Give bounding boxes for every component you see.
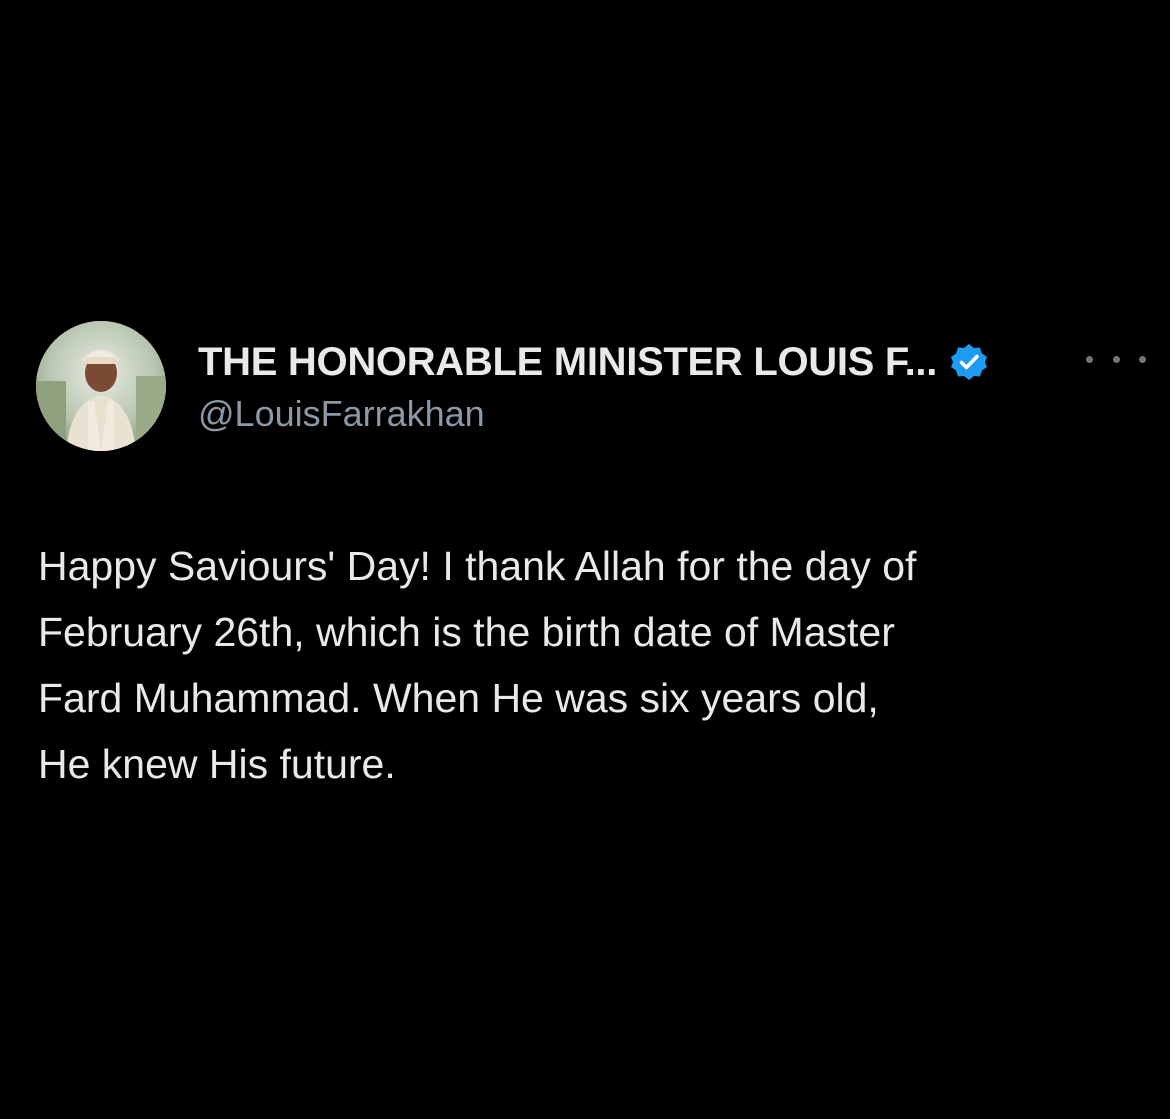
profile-photo-icon — [36, 321, 166, 451]
more-options-ellipsis-icon[interactable] — [1086, 349, 1146, 369]
name-row: THE HONORABLE MINISTER LOUIS F... — [198, 339, 989, 385]
avatar[interactable] — [36, 321, 166, 451]
dot — [1112, 355, 1120, 363]
verified-badge-icon — [951, 344, 988, 380]
tweet-header: THE HONORABLE MINISTER LOUIS F... @Louis… — [36, 321, 1146, 453]
dot — [1086, 355, 1093, 363]
dot — [1139, 355, 1146, 363]
tweet-text: Happy Saviours' Day! I thank Allah for t… — [38, 543, 917, 787]
display-name[interactable]: THE HONORABLE MINISTER LOUIS F... — [198, 340, 937, 385]
handle[interactable]: @LouisFarrakhan — [198, 393, 485, 435]
tweet-screenshot: THE HONORABLE MINISTER LOUIS F... @Louis… — [0, 0, 1170, 1119]
